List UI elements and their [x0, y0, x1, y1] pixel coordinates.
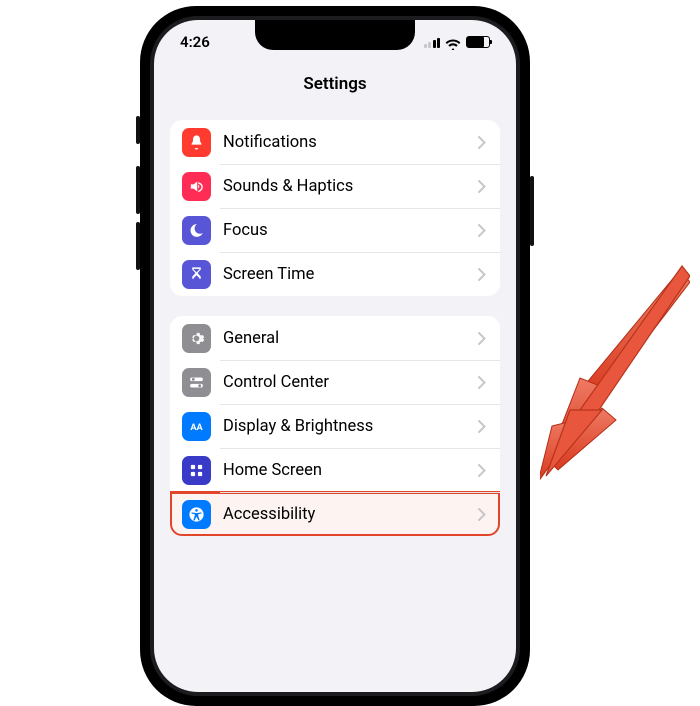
chevron-right-icon: [478, 464, 486, 477]
cellular-signal-icon: [424, 37, 441, 48]
row-label: Accessibility: [223, 505, 478, 524]
chevron-right-icon: [478, 224, 486, 237]
access-icon: [182, 500, 211, 529]
settings-row-general[interactable]: General: [170, 316, 500, 360]
settings-row-screentime[interactable]: Screen Time: [170, 252, 500, 296]
row-label: Control Center: [223, 373, 478, 392]
nav-bar: Settings: [154, 64, 516, 104]
row-label: General: [223, 329, 478, 348]
row-label: Display & Brightness: [223, 417, 478, 436]
wifi-icon: [445, 36, 461, 48]
row-label: Notifications: [223, 133, 478, 152]
settings-row-display[interactable]: AA Display & Brightness: [170, 404, 500, 448]
callout-arrow-icon: [540, 260, 690, 490]
mute-switch: [136, 116, 140, 144]
hourglass-icon: [182, 260, 211, 289]
chevron-right-icon: [478, 180, 486, 193]
moon-icon: [182, 216, 211, 245]
chevron-right-icon: [478, 420, 486, 433]
row-label: Sounds & Haptics: [223, 177, 478, 196]
bell-icon: [182, 128, 211, 157]
settings-row-sounds[interactable]: Sounds & Haptics: [170, 164, 500, 208]
chevron-right-icon: [478, 268, 486, 281]
power-button: [530, 176, 534, 246]
notch: [255, 20, 415, 50]
gear-icon: [182, 324, 211, 353]
svg-text:AA: AA: [190, 422, 203, 433]
aa-icon: AA: [182, 412, 211, 441]
phone-screen: 4:26 Settings Notifications Sounds & Hapt…: [154, 20, 516, 692]
speaker-icon: [182, 172, 211, 201]
settings-row-focus[interactable]: Focus: [170, 208, 500, 252]
chevron-right-icon: [478, 332, 486, 345]
phone-frame: 4:26 Settings Notifications Sounds & Hapt…: [140, 6, 530, 706]
chevron-right-icon: [478, 508, 486, 521]
settings-row-homescreen[interactable]: Home Screen: [170, 448, 500, 492]
page-title: Settings: [303, 74, 366, 94]
row-label: Screen Time: [223, 265, 478, 284]
row-label: Focus: [223, 221, 478, 240]
row-label: Home Screen: [223, 461, 478, 480]
volume-down-button: [136, 222, 140, 270]
status-time: 4:26: [180, 33, 210, 51]
volume-up-button: [136, 166, 140, 214]
chevron-right-icon: [478, 136, 486, 149]
settings-row-accessibility[interactable]: Accessibility: [170, 492, 500, 536]
switches-icon: [182, 368, 211, 397]
settings-row-controlcenter[interactable]: Control Center: [170, 360, 500, 404]
chevron-right-icon: [478, 376, 486, 389]
settings-group: General Control Center AA Display & Brightn…: [170, 316, 500, 536]
settings-list[interactable]: Notifications Sounds & Haptics Focus Screen…: [154, 106, 516, 692]
grid-icon: [182, 456, 211, 485]
settings-group: Notifications Sounds & Haptics Focus Screen…: [170, 120, 500, 296]
battery-icon: [466, 36, 490, 48]
settings-row-notifications[interactable]: Notifications: [170, 120, 500, 164]
